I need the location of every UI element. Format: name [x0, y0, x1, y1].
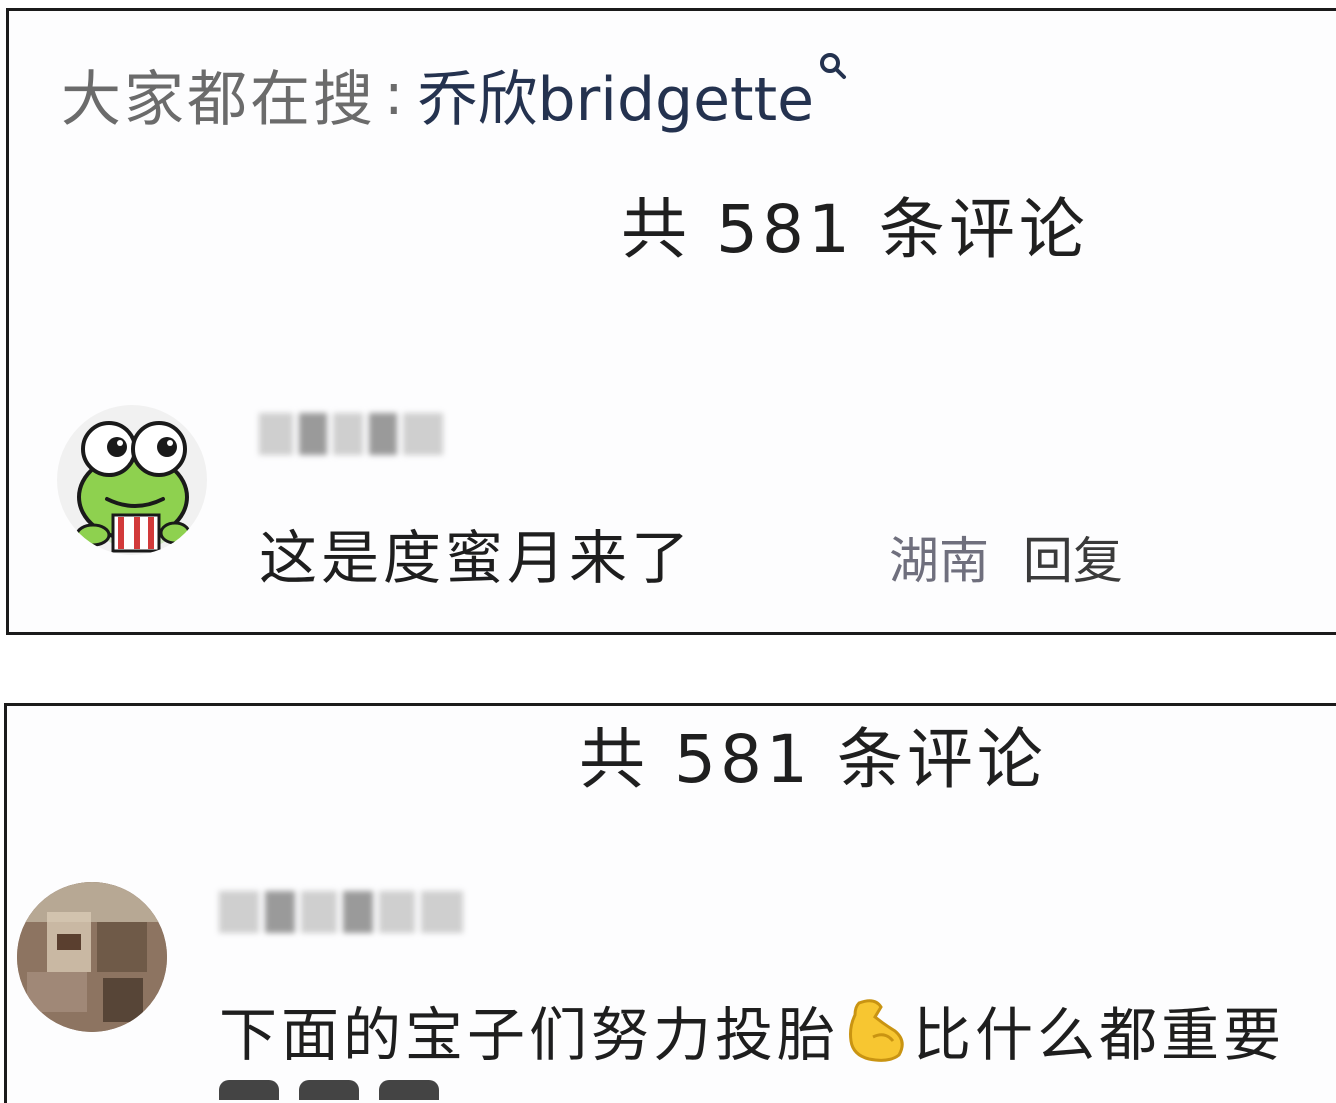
comment-count: 共 581 条评论 [621, 191, 1089, 268]
photo-avatar-icon [17, 882, 167, 1032]
search-colon: : [384, 60, 404, 128]
search-term-link[interactable]: 乔欣bridgette [418, 51, 814, 138]
search-icon[interactable] [818, 51, 848, 85]
reply-button[interactable]: 回复 [1023, 532, 1123, 590]
comments-card-1: 大家都在搜 : 乔欣bridgette 共 581 条评论 这是度蜜月来了 湖南… [6, 8, 1336, 635]
avatar[interactable] [57, 405, 207, 555]
comment-text-part-1: 下面的宝子们努力投胎 [219, 1001, 840, 1069]
username-blurred[interactable] [219, 891, 463, 933]
username-blurred[interactable] [259, 413, 443, 455]
comment-text: 下面的宝子们努力投胎 比什么都重要 [219, 988, 1285, 1077]
flexed-biceps-icon [845, 997, 907, 1077]
comments-card-2: 共 581 条评论 下面的宝子们努力投胎 比什么都重要 [4, 703, 1336, 1103]
frog-avatar-icon [75, 421, 191, 553]
avatar[interactable] [17, 882, 167, 1032]
search-prefix-label: 大家都在搜 [61, 64, 376, 135]
next-line-fragment [219, 1080, 479, 1100]
comment-meta: 湖南 回复 [889, 521, 1123, 593]
comment-text: 这是度蜜月来了 [259, 524, 694, 592]
trending-search-bar[interactable]: 大家都在搜 : 乔欣bridgette [61, 49, 848, 139]
comment-location: 湖南 [889, 532, 989, 590]
comment-text-part-2: 比什么都重要 [913, 1001, 1286, 1069]
comment-count: 共 581 条评论 [579, 721, 1047, 798]
